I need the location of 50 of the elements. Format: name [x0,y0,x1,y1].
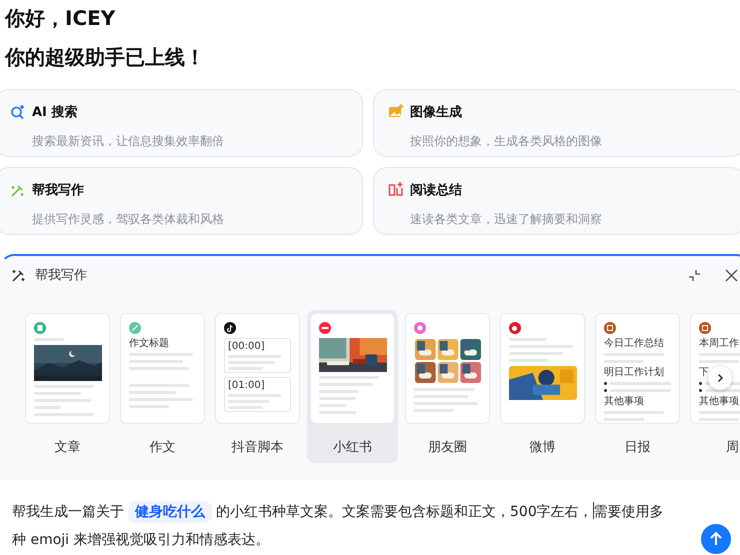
feature-title: 帮我写作 [32,182,85,200]
template-label: 微博 [530,439,556,457]
book-sparkle-icon [388,182,404,198]
chevron-right-icon [715,373,725,383]
template-label: 作文 [150,439,176,457]
feature-title: 阅读总结 [410,182,463,200]
preview-text: 作文标题 [129,338,170,349]
template-label: 小红书 [333,439,372,457]
template-label: 朋友圈 [428,439,467,457]
template-card[interactable] [405,313,490,424]
template-card[interactable] [310,313,395,424]
close-icon [725,268,738,282]
preview-text: 其他事项 [699,396,740,407]
image-sparkle-icon [388,104,404,120]
template-label: 日报 [624,439,650,457]
preview-text: [01:00] [228,380,266,391]
preview-text: 明日工作计划 [604,367,665,378]
greeting: 你好，ICEY [4,5,116,32]
send-button[interactable] [701,524,731,554]
feature-card[interactable]: AI 搜索 搜索最新资讯，让信息搜集效率翻倍 [0,89,363,157]
template-card[interactable] [500,313,585,424]
search-icon [10,104,26,120]
preview-text: 本周工作 [699,338,740,349]
feature-description: 提供写作灵感，驾驭各类体裁和风格 [32,210,225,228]
collapse-icon [688,268,701,282]
template-card[interactable]: [00:00] [01:00] [215,313,300,424]
feature-description: 按照你的想象，生成各类风格的图像 [410,132,603,150]
template-card[interactable]: 今日工作总结 明日工作计划 其他事项 [595,313,680,424]
template-label: 文章 [54,439,80,457]
feature-card[interactable]: 阅读总结 速读各类文章，迅速了解摘要和洞察 [373,167,740,235]
arrow-up-icon [708,531,724,547]
subtitle: 你的超级助手已上线！ [4,44,206,71]
preview-text: 今日工作总结 [604,338,665,349]
preview-text: 其他事项 [604,396,645,407]
feature-description: 速读各类文章，迅速了解摘要和洞察 [410,210,603,228]
template-card[interactable]: 作文标题 [120,313,205,424]
preview-text: [00:00] [228,341,266,352]
feature-card[interactable]: 图像生成 按照你的想象，生成各类风格的图像 [373,89,740,157]
prompt-text[interactable]: 帮我生成一篇关于 健身吃什么 的小红书种草文案。文案需要包含标题和正文，500字左右，需要使用多种 emoji 来增强视觉吸引力和情感表达。 [12,498,674,554]
feature-card[interactable]: 帮我写作 提供写作灵感，驾驭各类体裁和风格 [0,167,363,235]
feature-description: 搜索最新资讯，让信息搜集效率翻倍 [32,132,225,150]
feature-title: 图像生成 [410,104,463,122]
template-card[interactable]: 本周工作 下 其他事项 [690,313,740,424]
panel-title: 帮我写作 [35,267,87,284]
template-card[interactable] [25,313,110,424]
wand-icon [11,267,27,283]
template-label: 抖音脚本 [232,439,284,457]
template-label: 周 [726,439,739,457]
feature-title: AI 搜索 [32,104,78,122]
preview-text: 下 [699,367,710,378]
